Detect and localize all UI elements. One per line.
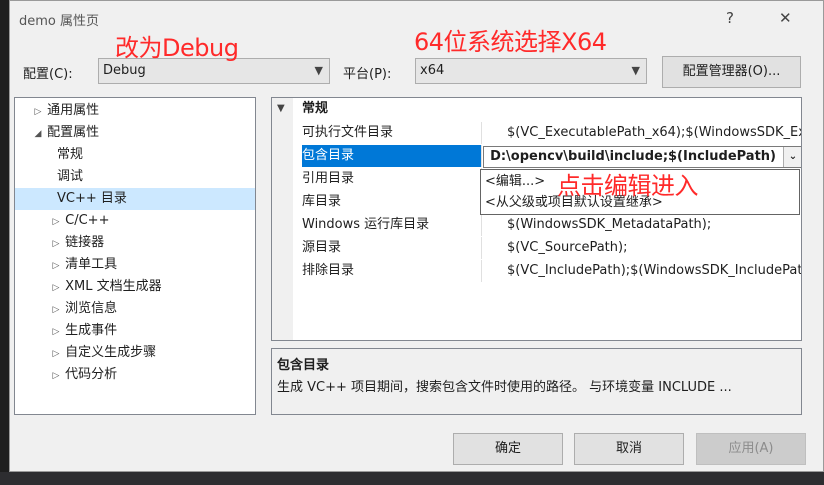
annotation-config: 改为Debug [115, 34, 239, 62]
taskbar-strip [0, 472, 824, 485]
tree-item-cpp[interactable]: ▷ C/C++ [15, 210, 255, 232]
tree-item-common-properties[interactable]: ▷ 通用属性 [15, 100, 255, 122]
tree-item-xml-doc-generator[interactable]: ▷ XML 文档生成器 [15, 276, 255, 298]
tree-item-linker[interactable]: ▷ 链接器 [15, 232, 255, 254]
chevron-down-icon: ▼ [631, 64, 640, 77]
tree-item-label: 通用属性 [47, 103, 100, 118]
expand-triangle-icon: ▷ [52, 305, 60, 315]
expand-triangle-icon: ▷ [52, 239, 60, 249]
tree-item-label: 代码分析 [65, 367, 118, 382]
tree-item-debugging[interactable]: 调试 [15, 166, 255, 188]
property-value: $(VC_SourcePath); [507, 240, 628, 255]
tree-item-custom-build-step[interactable]: ▷ 自定义生成步骤 [15, 342, 255, 364]
tree-item-label: 生成事件 [65, 323, 118, 338]
tree-item-label: 配置属性 [47, 125, 100, 140]
annotation-edit: 点击编辑进入 [557, 172, 699, 200]
property-name: 包含目录 [302, 145, 481, 167]
tree-item-label: XML 文档生成器 [65, 279, 162, 294]
tree-item-label: 清单工具 [65, 257, 118, 272]
tree-item-label: 链接器 [65, 235, 105, 250]
expand-triangle-icon: ▷ [52, 217, 60, 227]
tree-item-label: 常规 [57, 147, 84, 162]
expand-triangle-icon: ▷ [52, 371, 60, 381]
property-value: $(VC_ExecutablePath_x64);$(WindowsSDK_Ex… [507, 125, 801, 140]
help-icon[interactable]: ? [726, 9, 734, 27]
collapse-chevron-icon: ▼ [277, 103, 285, 114]
config-value: Debug [103, 63, 146, 78]
property-name: 排除目录 [302, 263, 355, 278]
property-name: 库目录 [302, 194, 342, 209]
grid-section-general[interactable]: ▼ 常规 [272, 98, 801, 120]
expand-triangle-icon: ▷ [52, 327, 60, 337]
dropdown-item-edit[interactable]: <编辑...> [485, 171, 545, 193]
include-dirs-edit-field[interactable]: D:\opencv\build\include;$(IncludePath) ⌄ [483, 146, 801, 168]
chevron-down-icon: ▼ [314, 64, 323, 77]
tree-item-browse-info[interactable]: ▷ 浏览信息 [15, 298, 255, 320]
tree-item-label: 自定义生成步骤 [65, 345, 157, 360]
description-title: 包含目录 [277, 358, 330, 373]
expand-triangle-icon: ▷ [52, 261, 60, 271]
property-tree: ▷ 通用属性 ◢ 配置属性 常规 调试 VC++ 目录 ▷ C/C++ ▷ 链接… [14, 97, 256, 415]
tree-item-label: 调试 [57, 169, 84, 184]
grid-row-exclude-dirs[interactable]: 排除目录 $(VC_IncludePath);$(WindowsSDK_Incl… [293, 260, 802, 282]
column-divider [481, 260, 482, 282]
tree-item-build-events[interactable]: ▷ 生成事件 [15, 320, 255, 342]
property-name: 可执行文件目录 [302, 125, 394, 140]
tree-item-general[interactable]: 常规 [15, 144, 255, 166]
include-dirs-value: D:\opencv\build\include;$(IncludePath) [490, 149, 776, 164]
platform-select[interactable]: x64 ▼ [415, 58, 647, 84]
tree-item-label: VC++ 目录 [57, 191, 127, 206]
property-name: Windows 运行库目录 [302, 217, 430, 232]
grid-row-executable-dirs[interactable]: 可执行文件目录 $(VC_ExecutablePath_x64);$(Windo… [293, 122, 801, 144]
window-title: demo 属性页 [19, 14, 99, 29]
tree-item-vc-directories[interactable]: VC++ 目录 [15, 188, 255, 210]
tree-item-label: 浏览信息 [65, 301, 118, 316]
grid-gutter [272, 98, 293, 340]
expand-triangle-icon: ▷ [52, 349, 60, 359]
cancel-button[interactable]: 取消 [574, 433, 684, 465]
collapse-triangle-icon: ◢ [34, 129, 42, 139]
property-value: $(WindowsSDK_MetadataPath); [507, 217, 712, 232]
tree-item-label: C/C++ [65, 213, 110, 228]
annotation-platform: 64位系统选择X64 [414, 28, 607, 56]
column-divider [481, 122, 482, 144]
expand-triangle-icon: ▷ [34, 107, 42, 117]
column-divider [481, 214, 482, 236]
property-name: 源目录 [302, 240, 342, 255]
description-text: 生成 VC++ 项目期间，搜索包含文件时使用的路径。 与环境变量 INCLUDE… [277, 380, 732, 395]
config-manager-button[interactable]: 配置管理器(O)... [662, 56, 801, 88]
expand-triangle-icon: ▷ [52, 283, 60, 293]
property-value: $(VC_IncludePath);$(WindowsSDK_IncludePa… [507, 263, 802, 278]
section-title: 常规 [302, 101, 329, 116]
chevron-down-icon[interactable]: ⌄ [783, 147, 801, 167]
property-grid: ▼ 常规 可执行文件目录 $(VC_ExecutablePath_x64);$(… [271, 97, 802, 341]
platform-value: x64 [420, 63, 445, 78]
grid-row-source-dirs[interactable]: 源目录 $(VC_SourcePath); [293, 237, 801, 259]
tree-item-code-analysis[interactable]: ▷ 代码分析 [15, 364, 255, 386]
grid-row-winrt-dirs[interactable]: Windows 运行库目录 $(WindowsSDK_MetadataPath)… [293, 214, 801, 236]
platform-label: 平台(P): [343, 67, 392, 82]
tree-item-config-properties[interactable]: ◢ 配置属性 [15, 122, 255, 144]
config-label: 配置(C): [23, 67, 73, 82]
ok-button[interactable]: 确定 [453, 433, 563, 465]
property-name: 引用目录 [302, 171, 355, 186]
close-icon[interactable]: ✕ [779, 9, 792, 27]
apply-button[interactable]: 应用(A) [696, 433, 806, 465]
description-panel: 包含目录 生成 VC++ 项目期间，搜索包含文件时使用的路径。 与环境变量 IN… [271, 348, 802, 415]
tree-item-manifest-tool[interactable]: ▷ 清单工具 [15, 254, 255, 276]
column-divider [481, 145, 482, 167]
column-divider [481, 237, 482, 259]
